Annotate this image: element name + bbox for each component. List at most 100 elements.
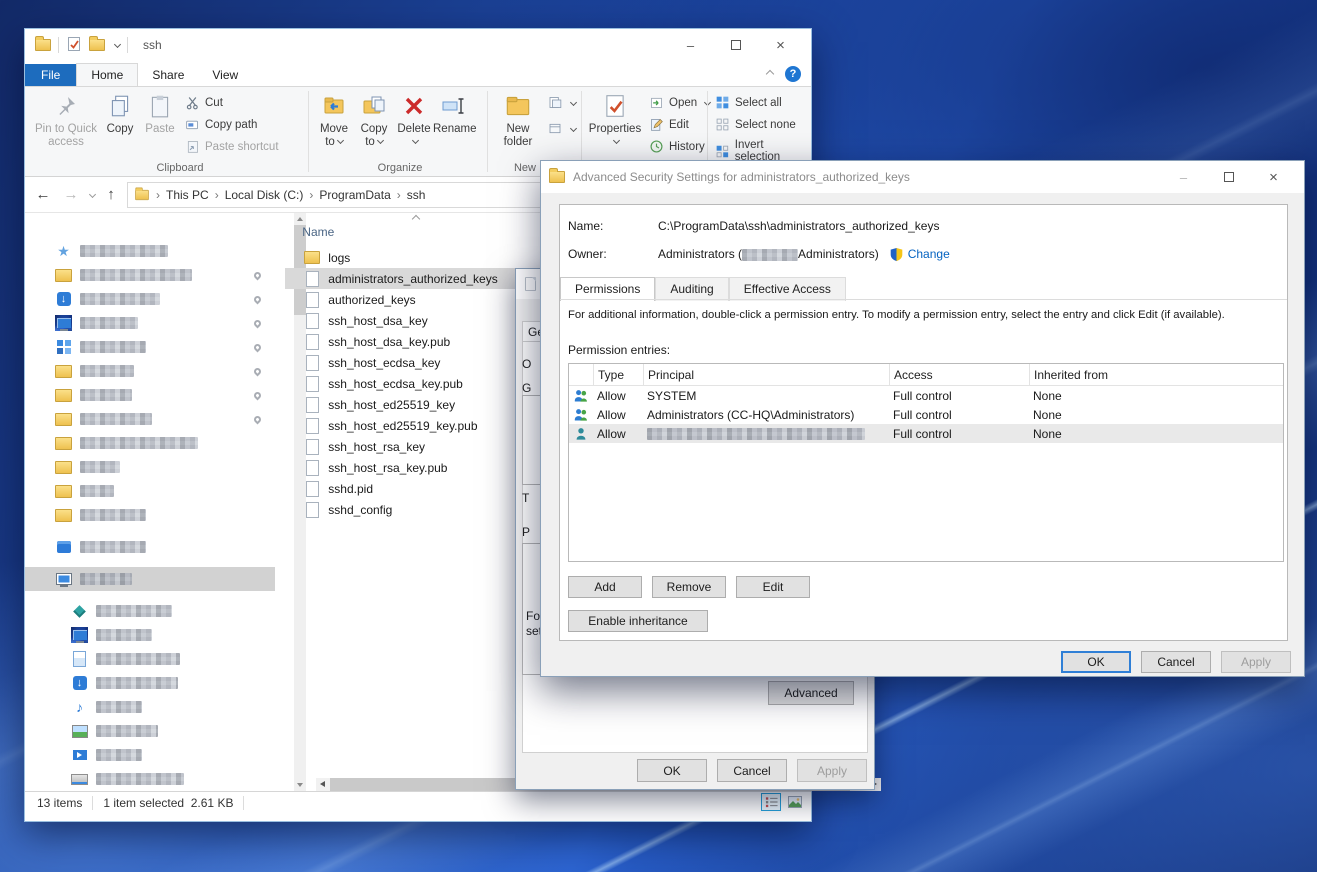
qat-customize-icon[interactable] <box>114 40 121 47</box>
sidebar-item[interactable] <box>25 239 275 263</box>
change-owner-link[interactable]: Change <box>908 247 950 262</box>
properties-qat-icon[interactable] <box>66 36 82 55</box>
move-to-button[interactable]: Moveto <box>315 91 353 149</box>
sidebar-item[interactable] <box>25 383 275 407</box>
cancel-button[interactable]: Cancel <box>1141 651 1211 673</box>
props-ok-button[interactable]: OK <box>637 759 707 782</box>
sidebar-item[interactable] <box>25 535 275 559</box>
sidebar-item-label-redacted <box>80 541 146 553</box>
pin-to-quick-access-button[interactable]: Pin to Quick access <box>33 91 99 149</box>
tab-share[interactable]: Share <box>138 64 198 86</box>
close-button[interactable]: × <box>758 29 803 61</box>
copy-button[interactable]: Copy <box>101 91 139 136</box>
easy-access-icon <box>547 121 563 136</box>
enable-inheritance-button[interactable]: Enable inheritance <box>568 610 708 632</box>
select-all-button[interactable]: Select all <box>715 95 782 110</box>
sidebar-item[interactable] <box>25 599 275 623</box>
delete-button[interactable]: Delete <box>397 91 431 149</box>
sidebar-item-label-redacted <box>96 701 142 713</box>
help-icon[interactable]: ? <box>785 66 801 82</box>
permission-entry-row[interactable]: Allow Administrators (CC-HQ\Administrato… <box>569 405 1283 424</box>
add-button[interactable]: Add <box>568 576 642 598</box>
details-view-button[interactable] <box>761 793 781 811</box>
maximize-button[interactable] <box>713 29 758 61</box>
copy-to-icon <box>360 93 388 119</box>
tab-permissions[interactable]: Permissions <box>560 277 655 301</box>
breadcrumb-item[interactable]: Local Disk (C:)› <box>225 188 314 202</box>
ok-button[interactable]: OK <box>1061 651 1131 673</box>
copy-to-button[interactable]: Copyto <box>355 91 393 149</box>
sidebar-item[interactable] <box>25 311 275 335</box>
sidebar-item[interactable] <box>25 743 275 767</box>
dialog-maximize-button[interactable] <box>1206 161 1251 193</box>
file-row[interactable]: logs <box>285 247 577 268</box>
collapse-ribbon-icon[interactable] <box>766 70 774 78</box>
rename-button[interactable]: Rename <box>433 91 475 136</box>
advanced-button[interactable]: Advanced <box>768 681 854 705</box>
up-icon[interactable]: ↑ <box>99 186 123 203</box>
sidebar-item-icon <box>55 315 72 331</box>
cut-button[interactable]: Cut <box>185 95 223 110</box>
sidebar-item[interactable] <box>25 567 275 591</box>
sidebar-item[interactable] <box>25 263 275 287</box>
sidebar-item[interactable] <box>25 287 275 311</box>
dialog-minimize-button[interactable]: – <box>1161 161 1206 193</box>
back-icon[interactable]: ← <box>31 186 55 203</box>
sidebar-item[interactable] <box>25 647 275 671</box>
select-none-button[interactable]: Select none <box>715 117 796 132</box>
paste-button[interactable]: Paste <box>141 91 179 136</box>
minimize-button[interactable]: – <box>668 29 713 61</box>
remove-button[interactable]: Remove <box>652 576 726 598</box>
thumbnail-view-button[interactable] <box>785 793 805 811</box>
breadcrumb-item[interactable]: ssh› <box>407 188 426 202</box>
sidebar-item[interactable] <box>25 335 275 359</box>
props-cancel-button[interactable]: Cancel <box>717 759 787 782</box>
apply-button[interactable]: Apply <box>1221 651 1291 673</box>
breadcrumb-item[interactable]: ProgramData› <box>319 188 400 202</box>
history-icon <box>649 139 664 154</box>
tab-effective-access[interactable]: Effective Access <box>729 277 846 301</box>
edit-button[interactable]: Edit <box>736 576 810 598</box>
sidebar-item[interactable] <box>25 479 275 503</box>
paste-shortcut-button[interactable]: Paste shortcut <box>185 139 279 154</box>
sidebar-item[interactable] <box>25 407 275 431</box>
table-header[interactable]: Type Principal Access Inherited from <box>569 364 1283 386</box>
new-folder-qat-icon[interactable] <box>89 39 105 51</box>
forward-icon[interactable]: → <box>59 186 83 203</box>
recent-locations-icon[interactable] <box>89 191 96 198</box>
sidebar-item-label-redacted <box>80 573 132 585</box>
sidebar-item[interactable] <box>25 455 275 479</box>
sidebar-item[interactable] <box>25 503 275 527</box>
open-button[interactable]: Open <box>649 95 710 110</box>
new-folder-button[interactable]: Newfolder <box>495 91 541 149</box>
history-button[interactable]: History <box>649 139 705 154</box>
sidebar-item[interactable] <box>25 431 275 455</box>
tab-auditing[interactable]: Auditing <box>655 277 728 301</box>
permission-entry-row[interactable]: Allow Full control None <box>569 424 1283 443</box>
sidebar-item[interactable] <box>25 719 275 743</box>
select-all-icon <box>715 95 730 110</box>
file-name: authorized_keys <box>328 293 415 307</box>
tab-view[interactable]: View <box>198 64 252 86</box>
easy-access-button[interactable] <box>547 95 576 110</box>
file-icon <box>304 418 320 434</box>
props-apply-button[interactable]: Apply <box>797 759 867 782</box>
sidebar-item[interactable] <box>25 359 275 383</box>
user-icon <box>573 426 589 441</box>
sidebar-item[interactable] <box>25 671 275 695</box>
sidebar-item[interactable] <box>25 623 275 647</box>
dialog-close-button[interactable]: × <box>1251 161 1296 193</box>
tab-home[interactable]: Home <box>76 63 138 86</box>
move-to-icon <box>320 93 348 119</box>
sidebar-item[interactable] <box>25 695 275 719</box>
new-item-button[interactable] <box>547 121 576 136</box>
file-icon <box>304 481 320 497</box>
permission-entry-row[interactable]: Allow SYSTEM Full control None <box>569 386 1283 405</box>
tab-file[interactable]: File <box>25 64 76 86</box>
breadcrumb-item[interactable]: This PC› <box>166 188 219 202</box>
copy-path-button[interactable]: Copy path <box>185 117 257 132</box>
sidebar-item[interactable] <box>25 767 275 791</box>
pin-icon <box>253 318 263 328</box>
properties-button[interactable]: Properties <box>587 91 643 149</box>
edit-button[interactable]: Edit <box>649 117 689 132</box>
